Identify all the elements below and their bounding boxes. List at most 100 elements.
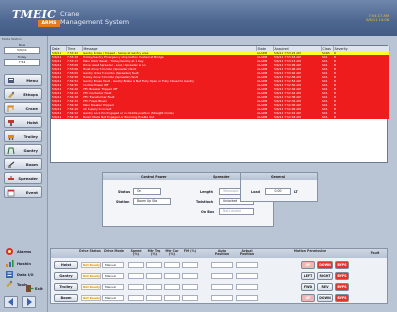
sidebar-item-label: Menu	[26, 78, 38, 83]
logo-sub: ARMS	[38, 20, 60, 27]
drive-mode: Manual	[102, 262, 124, 268]
axis-button-trolley[interactable]: Trolley	[54, 283, 78, 291]
clock: 7:54:17 AM 5/6/11 14:06	[366, 14, 389, 22]
value-cell	[236, 295, 258, 301]
value-cell	[146, 284, 162, 290]
value-cell	[236, 273, 258, 279]
sidebar-item-label: Ethops	[23, 92, 38, 97]
alarm-list[interactable]: Date Time Message State Acquired Class Severit…	[50, 45, 390, 163]
control-power-header: Control Power	[141, 175, 167, 179]
sidebar-item-event[interactable]: Event	[4, 186, 42, 198]
value-cell	[128, 284, 144, 290]
value-cell	[146, 295, 162, 301]
value-cell	[182, 262, 198, 268]
sidebar-item-crane[interactable]: Crane	[4, 102, 42, 114]
axis-row-boom: Boom Not Ready Manual UP DOWN BYPS	[51, 293, 387, 303]
sidebar-item-boom[interactable]: Boom	[4, 158, 42, 170]
value-cell	[146, 273, 162, 279]
axis-button-boom[interactable]: Boom	[54, 294, 78, 302]
value-cell	[164, 262, 180, 268]
value-cell	[164, 273, 180, 279]
calendar-icon	[7, 189, 15, 197]
value-cell	[164, 284, 180, 290]
alarm-cell-sev: 8	[333, 115, 389, 119]
general-header: General	[271, 175, 286, 179]
sidebar-item-spreader[interactable]: Spreader	[4, 172, 42, 184]
nav-exit[interactable]: Exit	[24, 283, 46, 295]
sidebar-item-label: Event	[25, 190, 38, 195]
nav-label: Data I/O	[17, 273, 34, 277]
sidebar-item-gantry[interactable]: Gantry	[4, 144, 42, 156]
clock-date: 5/6/11 14:06	[365, 18, 389, 23]
mtr-trq-header: Mtr Trq (%)	[147, 249, 161, 257]
back-arrow-icon[interactable]	[4, 296, 18, 308]
motion-button-1[interactable]: FWD	[301, 283, 315, 291]
axis-button-gantry[interactable]: Gantry	[54, 272, 78, 280]
sidebar-item-label: Hoist	[26, 120, 38, 125]
value-cell	[164, 295, 180, 301]
crane-icon	[7, 105, 15, 112]
sidebar-item-menu[interactable]: Menu	[4, 74, 42, 86]
bypass-button[interactable]: BYPS	[335, 283, 349, 291]
station-field: Boom Up Sta	[133, 198, 171, 205]
alarm-cell-cls: SC1	[321, 115, 333, 119]
mode-station-label: Mode Station	[2, 37, 22, 41]
alarm-cell-time: 7:52:18	[66, 115, 82, 119]
speed-header: Speed (%)	[130, 249, 142, 257]
axis-button-hoist[interactable]: Hoist	[54, 261, 78, 269]
motion-button-2[interactable]: RIGHT	[317, 272, 333, 280]
bypass-button[interactable]: BYPS	[335, 272, 349, 280]
forward-arrow-icon[interactable]	[22, 296, 36, 308]
motion-button-1[interactable]: UP	[301, 294, 315, 302]
length-label: Length	[200, 190, 213, 194]
sidebar-item-label: Crane	[25, 106, 39, 111]
hoist-icon	[7, 119, 15, 126]
tmeic-logo: TMEIC ARMS	[12, 9, 60, 29]
alarm-row[interactable]: 5/6/11 7:52:18 Boom Mode Not Engaged or Bo…	[51, 115, 389, 119]
value-cell	[146, 262, 162, 268]
bypass-button[interactable]: BYPS	[335, 261, 349, 269]
motion-button-1[interactable]: LEFT	[301, 272, 315, 280]
axis-drives-panel: Drive Status Drive Mode Speed (%) Mtr Tr…	[50, 248, 388, 304]
motion-button-2[interactable]: REV	[317, 283, 333, 291]
motion-button-2[interactable]: DOWN	[317, 261, 333, 269]
value-cell	[128, 262, 144, 268]
onbox-field: Not Landed	[219, 208, 254, 215]
data-icon	[5, 270, 14, 279]
app-header: TMEIC ARMS Crane Management System 7:54:…	[0, 0, 397, 36]
status-label: Status	[118, 190, 131, 194]
alarm-icon	[5, 247, 14, 256]
value-cell	[182, 273, 198, 279]
drive-mode-header: Drive Mode	[104, 249, 124, 253]
value-cell	[211, 295, 233, 301]
general-panel: General Load 0.00 LT	[240, 172, 318, 202]
axis-header: Drive Status Drive Mode Speed (%) Mtr Tr…	[51, 249, 387, 258]
value-cell	[211, 273, 233, 279]
motion-button-1[interactable]: UP	[301, 261, 315, 269]
alarm-cell-date: 5/6/11	[51, 115, 66, 119]
drive-status: Not Ready	[81, 262, 101, 268]
drive-mode: Manual	[102, 284, 124, 290]
motion-button-2[interactable]: DOWN	[317, 294, 333, 302]
actual-position-header: Actual Position	[239, 249, 255, 257]
station-label: Station	[116, 200, 130, 204]
axis-row-trolley: Trolley Not Ready Manual FWD REV BYPS	[51, 282, 387, 292]
nav-alarms[interactable]: Alarms	[4, 246, 44, 258]
onbox-label: On Box	[201, 210, 215, 214]
axis-row-hoist: Hoist Not Ready Manual UP DOWN BYPS	[51, 260, 387, 270]
gantry-icon	[7, 147, 15, 155]
sidebar-item-trolley[interactable]: Trolley	[4, 130, 42, 142]
sidebar-item-ethops[interactable]: Ethops	[4, 88, 42, 100]
status-field: On	[133, 188, 161, 195]
twistlock-label: Twistlock	[196, 200, 214, 204]
load-unit: LT	[294, 190, 298, 194]
trolley-icon	[7, 133, 15, 140]
sidebar-item-hoist[interactable]: Hoist	[4, 116, 42, 128]
value-cell	[211, 284, 233, 290]
app-title: Crane Management System	[60, 10, 129, 26]
drive-status: Not Ready	[81, 284, 101, 290]
logo-text: TMEIC	[12, 8, 57, 21]
drive-status-header: Drive Status	[79, 249, 101, 253]
boom-icon	[7, 161, 15, 168]
bypass-button[interactable]: BYPS	[335, 294, 349, 302]
